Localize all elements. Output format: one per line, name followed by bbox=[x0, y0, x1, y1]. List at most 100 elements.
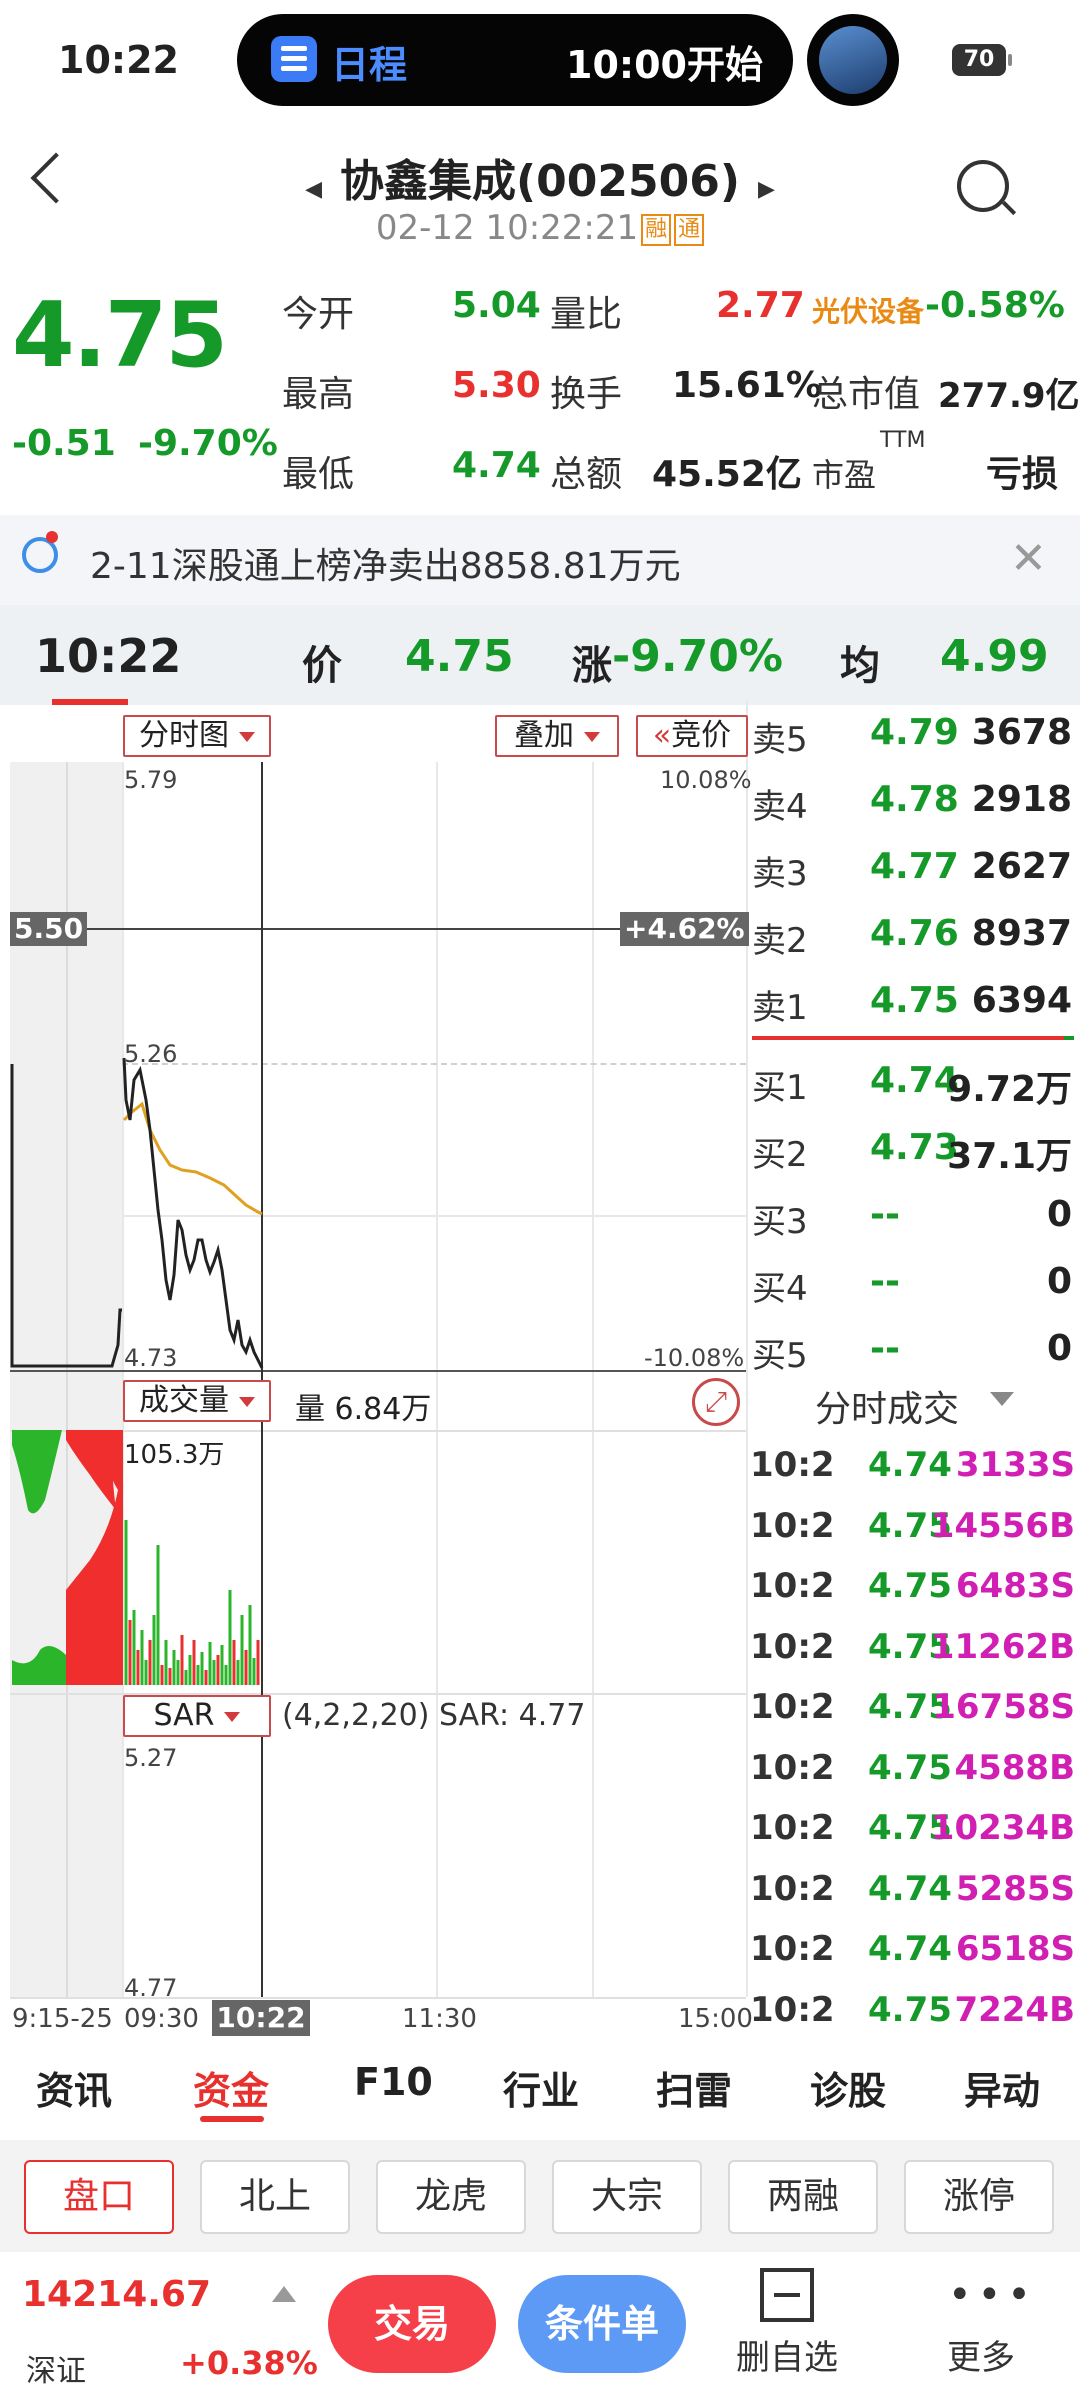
tab-f10[interactable]: F10 bbox=[354, 2060, 433, 2104]
market-cap-value: 277.9亿 bbox=[938, 376, 1080, 416]
tick-row[interactable]: 10:224.7511262B bbox=[750, 1627, 1075, 1683]
tick-time: 10:22 bbox=[750, 1687, 834, 1727]
sell-level-row[interactable]: 卖2 4.76 8937 bbox=[752, 913, 1072, 973]
subtab-block-trade[interactable]: 大宗 bbox=[552, 2160, 702, 2234]
tab-movement[interactable]: 异动 bbox=[964, 2060, 1040, 2115]
tab-risk-scan[interactable]: 扫雷 bbox=[656, 2060, 732, 2115]
buy-level-row[interactable]: 买2 4.73 37.1万 bbox=[752, 1127, 1072, 1187]
tick-time: 10:22 bbox=[750, 1989, 834, 2030]
tick-row[interactable]: 10:22 4.757224B bbox=[750, 1990, 1075, 2046]
next-stock-icon[interactable]: ▶ bbox=[758, 177, 775, 202]
avg-label: 均 bbox=[840, 643, 880, 689]
sell-level-price: 4.78 bbox=[870, 779, 959, 820]
sell-level-row[interactable]: 卖1 4.75 6394 bbox=[752, 980, 1072, 1040]
tab-active-indicator bbox=[200, 2116, 264, 2122]
sell-level-volume: 6394 bbox=[971, 980, 1072, 1021]
buy-level-label: 买1 bbox=[752, 1068, 808, 1108]
remove-watchlist-icon[interactable] bbox=[760, 2268, 814, 2322]
remove-watchlist-label[interactable]: 删自选 bbox=[736, 2330, 838, 2379]
sell-level-row[interactable]: 卖4 4.78 2918 bbox=[752, 779, 1072, 839]
tick-volume: 6483S bbox=[955, 1566, 1075, 1606]
sell-level-label: 卖5 bbox=[752, 720, 808, 760]
subtab-orderbook[interactable]: 盘口 bbox=[24, 2160, 174, 2234]
tick-volume: 16758S bbox=[932, 1687, 1075, 1727]
sector-label[interactable]: 光伏设备 bbox=[812, 290, 924, 330]
tick-time: 10:21 bbox=[750, 1505, 834, 1546]
x-label-close: 15:00 bbox=[678, 2004, 753, 2034]
tick-price: 4.75 bbox=[868, 1989, 952, 2030]
tick-time: 10:22 bbox=[750, 1566, 834, 1606]
sar-readout: (4,2,2,20) SAR: 4.77 bbox=[282, 1698, 586, 1733]
sell-level-row[interactable]: 卖3 4.77 2627 bbox=[752, 846, 1072, 906]
volume-bars bbox=[124, 1520, 260, 1685]
sell-level-label: 卖2 bbox=[752, 921, 808, 961]
tick-row[interactable]: 10:224.7510234B bbox=[750, 1808, 1075, 1864]
tick-row[interactable]: 10:22 4.754588B bbox=[750, 1748, 1075, 1804]
buy-level-volume: 0 bbox=[1046, 1194, 1072, 1235]
auction-sell-area-top bbox=[66, 1430, 116, 1510]
tick-price: 4.74 bbox=[868, 1868, 952, 1909]
x-label-crosshair: 10:22 bbox=[212, 2000, 310, 2036]
ticks-title[interactable]: 分时成交 bbox=[815, 1380, 959, 1432]
buy-level-row[interactable]: 买5 -- 0 bbox=[752, 1328, 1072, 1388]
more-label[interactable]: 更多 bbox=[947, 2330, 1015, 2379]
buy-level-label: 买2 bbox=[752, 1135, 808, 1175]
buy-level-row[interactable]: 买3 -- 0 bbox=[752, 1194, 1072, 1254]
auction-divider bbox=[120, 1430, 123, 1685]
tab-news[interactable]: 资讯 bbox=[36, 2060, 112, 2115]
tab-industry[interactable]: 行业 bbox=[503, 2060, 579, 2115]
index-name: 深证 bbox=[26, 2354, 86, 2389]
tick-volume: 11262B bbox=[930, 1626, 1075, 1667]
buy-level-price: -- bbox=[870, 1328, 900, 1369]
tick-row[interactable]: 10:22 4.746518S bbox=[750, 1929, 1075, 1985]
tick-row[interactable]: 10:214.7514556B bbox=[750, 1506, 1075, 1562]
subtab-limit-up[interactable]: 涨停 bbox=[904, 2160, 1054, 2234]
auction-buy-area-top bbox=[12, 1430, 62, 1514]
buy-level-row[interactable]: 买1 4.74 9.72万 bbox=[752, 1060, 1072, 1120]
sell-level-label: 卖3 bbox=[752, 854, 808, 894]
close-icon[interactable]: ✕ bbox=[1010, 537, 1047, 581]
subtab-dragon-tiger[interactable]: 龙虎 bbox=[376, 2160, 526, 2234]
tick-row[interactable]: 10:224.7516758S bbox=[750, 1687, 1075, 1743]
buy-level-label: 买4 bbox=[752, 1269, 808, 1309]
battery-icon: 70 bbox=[952, 44, 1012, 76]
ticks-dropdown-icon[interactable] bbox=[990, 1392, 1014, 1406]
tick-price: 4.74 bbox=[868, 1445, 952, 1485]
subtab-northbound[interactable]: 北上 bbox=[200, 2160, 350, 2234]
trade-button[interactable]: 交易 bbox=[328, 2275, 496, 2373]
index-change: +0.38% bbox=[180, 2344, 318, 2382]
tick-price: 4.74 bbox=[868, 1929, 952, 1969]
tick-row[interactable]: 10:21 4.743133S bbox=[750, 1445, 1075, 1501]
tick-time: 10:22 bbox=[750, 1808, 834, 1848]
app-avatar[interactable] bbox=[807, 14, 899, 106]
subtab-margin[interactable]: 两融 bbox=[728, 2160, 878, 2234]
sell-level-row[interactable]: 卖5 4.79 3678 bbox=[752, 712, 1072, 772]
index-expand-icon[interactable] bbox=[272, 2286, 296, 2302]
sell-level-price: 4.76 bbox=[870, 913, 959, 954]
buy-level-label: 买3 bbox=[752, 1202, 808, 1242]
search-icon[interactable] bbox=[957, 160, 1017, 216]
tick-time: 10:22 bbox=[750, 1626, 834, 1667]
more-icon[interactable]: ••• bbox=[948, 2275, 1037, 2315]
tick-volume: 4588B bbox=[954, 1747, 1075, 1788]
tab-diagnosis[interactable]: 诊股 bbox=[810, 2060, 886, 2115]
sell-level-volume: 3678 bbox=[971, 712, 1072, 753]
sector-change: -0.58% bbox=[925, 285, 1065, 326]
sell-level-label: 卖4 bbox=[752, 787, 808, 827]
index-value[interactable]: 14214.67 bbox=[22, 2274, 211, 2315]
x-label-midday: 11:30 bbox=[402, 2004, 477, 2034]
x-label-open: 09:30 bbox=[124, 2004, 199, 2034]
sell-level-volume: 8937 bbox=[971, 913, 1072, 954]
indicator-dropdown[interactable]: SAR bbox=[123, 1695, 271, 1737]
tick-volume: 3133S bbox=[955, 1445, 1075, 1485]
conditional-order-button[interactable]: 条件单 bbox=[518, 2275, 686, 2373]
pe-label: 市盈 bbox=[812, 456, 877, 494]
tick-row[interactable]: 10:22 4.745285S bbox=[750, 1869, 1075, 1925]
buy-level-row[interactable]: 买4 -- 0 bbox=[752, 1261, 1072, 1321]
tick-price: 4.75 bbox=[868, 1566, 952, 1606]
market-cap-label: 总市值 bbox=[812, 374, 921, 415]
tab-funds[interactable]: 资金 bbox=[193, 2060, 269, 2115]
sell-level-price: 4.79 bbox=[870, 712, 959, 753]
tick-row[interactable]: 10:22 4.756483S bbox=[750, 1566, 1075, 1622]
buy-level-price: 4.74 bbox=[870, 1060, 959, 1101]
